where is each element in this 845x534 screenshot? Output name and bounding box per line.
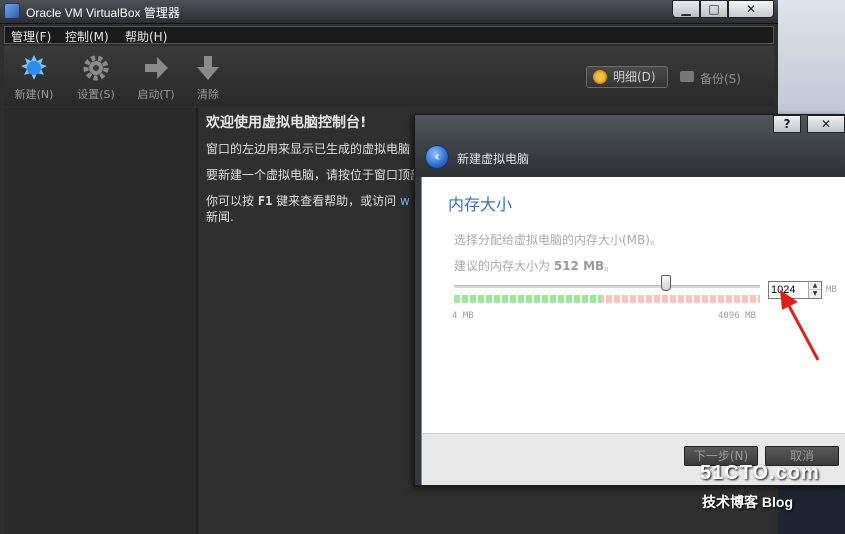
details-gear-icon [593, 70, 607, 84]
recommend-prefix: 建议的内存大小为 [454, 259, 551, 273]
welcome-line-3-a: 你可以按 [206, 194, 255, 208]
help-button[interactable]: ? [773, 115, 801, 133]
new-vm-button[interactable]: 新建(N) [8, 54, 60, 102]
gear-icon [83, 55, 109, 81]
annotation-arrow-icon [780, 290, 820, 361]
title-bar: Oracle VM VirtualBox 管理器 ▁ □ ✕ [0, 0, 778, 24]
maximize-button[interactable]: □ [700, 0, 728, 18]
welcome-line-2: 要新建一个虚拟电脑，请按位于窗口顶部 [206, 168, 423, 182]
memory-recommendation: 建议的内存大小为 512 MB。 [454, 257, 616, 274]
details-button[interactable]: 明细(D) [586, 66, 668, 88]
close-button[interactable]: ✕ [728, 0, 774, 18]
details-label: 明细(D) [613, 70, 656, 84]
page-title: 内存大小 [448, 195, 513, 214]
welcome-line-1: 窗口的左边用来显示已生成的虚拟电脑 [206, 142, 411, 156]
new-label: 新建(N) [14, 88, 54, 101]
welcome-line-3-b: 键来查看帮助，或访问 [276, 194, 397, 208]
welcome-line-3: 你可以按 F1 键来查看帮助，或访问 w [206, 192, 410, 209]
back-arrow-icon[interactable]: ‹ [425, 145, 449, 169]
toolbar: 新建(N) 设置(S) 启动(T) 清除 明细(D) 备份(S) [4, 46, 774, 106]
vm-list-panel[interactable] [4, 108, 198, 534]
snapshots-button[interactable]: 备份(S) [680, 70, 741, 87]
start-button[interactable]: 启动(T) [130, 54, 182, 102]
wizard-title-bar: ? ✕ ‹ 新建虚拟电脑 [415, 115, 845, 177]
start-label: 启动(T) [137, 88, 175, 101]
window-title: Oracle VM VirtualBox 管理器 [26, 6, 180, 20]
wizard-close-button[interactable]: ✕ [807, 115, 845, 133]
recommend-suffix: 。 [604, 259, 617, 273]
memory-slider-track[interactable] [454, 285, 760, 288]
menu-help[interactable]: 帮助(H) [125, 28, 167, 45]
discard-label: 清除 [197, 88, 219, 101]
virtualbox-logo-icon [4, 3, 20, 19]
settings-button[interactable]: 设置(S) [70, 54, 122, 102]
watermark-site: 51CTO.com [700, 462, 820, 484]
new-icon [21, 55, 47, 80]
background-strip [778, 0, 845, 114]
camera-icon [680, 71, 694, 82]
menu-bar: 管理(F) 控制(M) 帮助(H) [4, 26, 774, 44]
memory-description: 选择分配给虚拟电脑的内存大小(MB)。 [454, 233, 662, 247]
website-link[interactable]: w [400, 194, 410, 208]
menu-control[interactable]: 控制(M) [65, 28, 109, 45]
slider-max-label: 4096 MB [718, 311, 756, 321]
discard-button[interactable]: 清除 [182, 54, 234, 102]
recommend-value: 512 MB [553, 259, 605, 273]
menu-manage[interactable]: 管理(F) [11, 28, 51, 45]
welcome-line-4: 新闻. [206, 210, 234, 224]
watermark-tagline: 技术博客 Blog [702, 494, 793, 510]
watermark: 51CTO.com 技术博客 Blog [700, 462, 820, 510]
memory-slider-handle[interactable] [661, 275, 672, 291]
f1-key: F1 [257, 194, 273, 208]
wizard-caption: 新建虚拟电脑 [457, 152, 530, 166]
snapshots-label: 备份(S) [700, 72, 741, 86]
settings-label: 设置(S) [77, 88, 115, 101]
memory-slider-scale [454, 295, 760, 303]
slider-min-label: 4 MB [452, 311, 474, 321]
discard-arrow-icon [197, 56, 219, 80]
minimize-button[interactable]: ▁ [672, 0, 700, 18]
start-arrow-icon [145, 57, 168, 79]
welcome-title: 欢迎使用虚拟电脑控制台! [206, 115, 367, 131]
